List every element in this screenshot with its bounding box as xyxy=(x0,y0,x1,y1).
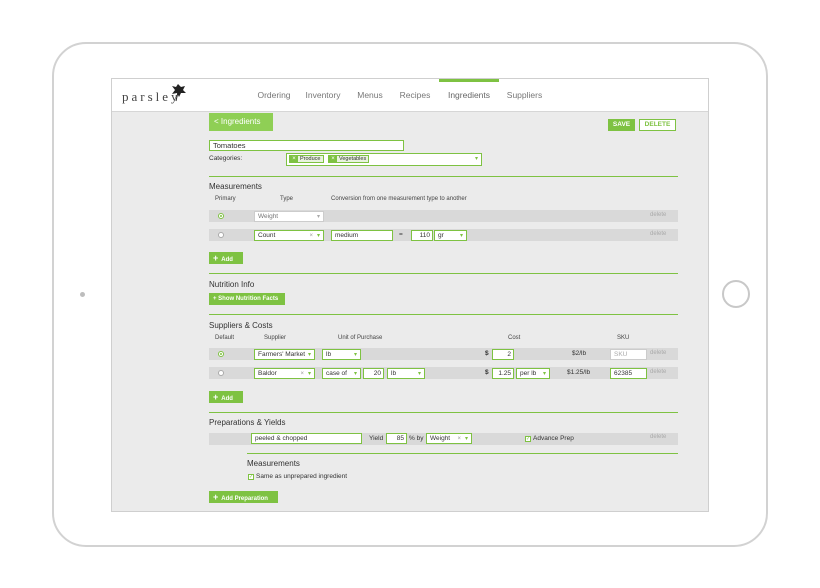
chevron-down-icon: ▾ xyxy=(542,371,546,377)
primary-radio[interactable] xyxy=(218,213,224,219)
delete-button[interactable]: DELETE xyxy=(639,119,676,131)
nav-suppliers[interactable]: Suppliers xyxy=(502,79,547,112)
nav-recipes[interactable]: Recipes xyxy=(394,79,436,112)
default-supplier-radio[interactable] xyxy=(218,351,224,357)
show-nutrition-facts-button[interactable]: + Show Nutrition Facts xyxy=(209,293,285,305)
preparation-measurements-title: Measurements xyxy=(247,459,300,468)
default-header: Default xyxy=(215,335,235,341)
camera-dot xyxy=(80,292,85,297)
yield-label: Yield xyxy=(369,435,384,442)
same-as-unprepared-checkbox[interactable]: ✓ xyxy=(248,474,254,480)
currency-symbol: $ xyxy=(485,369,489,376)
category-tag-vegetables: × Vegetables xyxy=(328,155,370,163)
cost-input[interactable]: 1.25 xyxy=(492,368,514,379)
primary-header: Primary xyxy=(215,196,236,202)
currency-symbol: $ xyxy=(485,350,489,357)
measurement-type-select[interactable]: Weight ▾ xyxy=(254,211,324,222)
back-to-ingredients[interactable]: < Ingredients xyxy=(209,113,273,131)
clear-icon[interactable]: × xyxy=(457,434,461,444)
delete-link[interactable]: delete xyxy=(650,212,666,218)
home-button[interactable] xyxy=(722,280,750,308)
default-supplier-radio[interactable] xyxy=(218,370,224,376)
chevron-down-icon: ▾ xyxy=(353,371,357,377)
plus-icon: + xyxy=(213,492,219,502)
cost-per-unit: $1.25/lb xyxy=(567,369,591,376)
delete-link[interactable]: delete xyxy=(650,231,666,237)
advance-prep-checkbox[interactable]: ✓ xyxy=(525,436,531,442)
nav-ordering[interactable]: Ordering xyxy=(252,79,296,112)
case-quantity-input[interactable]: 20 xyxy=(363,368,384,379)
cost-per-select[interactable]: per lb ▾ xyxy=(516,368,550,379)
supplier-select[interactable]: Farmers' Market ▾ xyxy=(254,349,315,360)
add-measurement-button[interactable]: + Add xyxy=(209,252,243,264)
add-preparation-button[interactable]: + Add Preparation xyxy=(209,491,278,503)
suppliers-title: Suppliers & Costs xyxy=(209,321,273,330)
chevron-down-icon: ▾ xyxy=(307,352,311,358)
yield-basis-select[interactable]: Weight × ▾ xyxy=(426,433,472,444)
remove-tag-icon[interactable]: × xyxy=(290,155,298,163)
ingredient-name-input[interactable]: Tomatoes xyxy=(209,140,404,151)
supplier-select[interactable]: Baldor × ▾ xyxy=(254,368,315,379)
same-as-unprepared-label: Same as unprepared ingredient xyxy=(256,473,348,480)
categories-select[interactable]: × Produce × Vegetables ▾ xyxy=(286,153,482,166)
unit-of-purchase-header: Unit of Purchase xyxy=(338,335,383,341)
chevron-down-icon: ▾ xyxy=(464,436,468,442)
type-header: Type xyxy=(280,196,294,202)
delete-link[interactable]: delete xyxy=(650,350,666,356)
measurement-type-select[interactable]: Count × ▾ xyxy=(254,230,324,241)
preparations-title: Preparations & Yields xyxy=(209,418,286,427)
divider xyxy=(209,273,678,274)
nav-ingredients[interactable]: Ingredients xyxy=(439,79,499,112)
chevron-down-icon: ▾ xyxy=(316,214,320,220)
advance-prep-label: Advance Prep xyxy=(533,435,574,442)
divider xyxy=(209,176,678,177)
sku-header: SKU xyxy=(617,335,630,341)
clear-icon[interactable]: × xyxy=(300,369,304,379)
chevron-down-icon: ▾ xyxy=(474,156,478,162)
remove-tag-icon[interactable]: × xyxy=(329,155,337,163)
chevron-down-icon: ▾ xyxy=(353,352,357,358)
cost-header: Cost xyxy=(508,335,521,341)
divider xyxy=(247,453,678,454)
unit-of-purchase-select[interactable]: lb ▾ xyxy=(322,349,361,360)
supplier-header: Supplier xyxy=(264,335,287,341)
cost-input[interactable]: 2 xyxy=(492,349,514,360)
plus-icon: + xyxy=(213,392,219,402)
add-supplier-button[interactable]: + Add xyxy=(209,391,243,403)
clear-icon[interactable]: × xyxy=(309,231,313,241)
yield-input[interactable]: 85 xyxy=(386,433,407,444)
sku-input[interactable]: 62385 xyxy=(610,368,647,379)
chevron-down-icon: ▾ xyxy=(307,371,311,377)
app-screen: parsley Ordering Inventory Menus Recipes… xyxy=(111,78,709,512)
parsley-leaf-icon xyxy=(172,84,186,102)
conversion-unit-select[interactable]: gr ▾ xyxy=(434,230,467,241)
case-unit-select[interactable]: lb ▾ xyxy=(387,368,425,379)
chevron-down-icon: ▾ xyxy=(417,371,421,377)
unit-name-input[interactable]: medium xyxy=(331,230,393,241)
unit-of-purchase-select[interactable]: case of ▾ xyxy=(322,368,361,379)
preparation-name-input[interactable]: peeled & chopped xyxy=(251,433,362,444)
nav-inventory[interactable]: Inventory xyxy=(301,79,345,112)
sku-input[interactable]: SKU (Optio xyxy=(610,349,647,360)
top-navigation: parsley Ordering Inventory Menus Recipes… xyxy=(112,79,708,112)
chevron-down-icon: ▾ xyxy=(459,233,463,239)
save-button[interactable]: SAVE xyxy=(608,119,635,131)
yield-by-label: % by xyxy=(409,435,424,442)
chevron-down-icon: ▾ xyxy=(316,233,320,239)
nutrition-title: Nutrition Info xyxy=(209,280,255,289)
primary-radio[interactable] xyxy=(218,232,224,238)
cost-per-unit: $2/lb xyxy=(572,350,587,357)
nav-menus[interactable]: Menus xyxy=(350,79,390,112)
category-tag-produce: × Produce xyxy=(289,155,324,163)
categories-label: Categories: xyxy=(209,155,243,162)
divider xyxy=(209,314,678,315)
conversion-amount-input[interactable]: 110 xyxy=(411,230,433,241)
conversion-header: Conversion from one measurement type to … xyxy=(331,196,467,202)
delete-link[interactable]: delete xyxy=(650,369,666,375)
delete-link[interactable]: delete xyxy=(650,434,666,440)
plus-icon: + xyxy=(213,253,219,263)
measurements-title: Measurements xyxy=(209,182,262,191)
equals-sign: = xyxy=(399,231,403,238)
divider xyxy=(209,412,678,413)
